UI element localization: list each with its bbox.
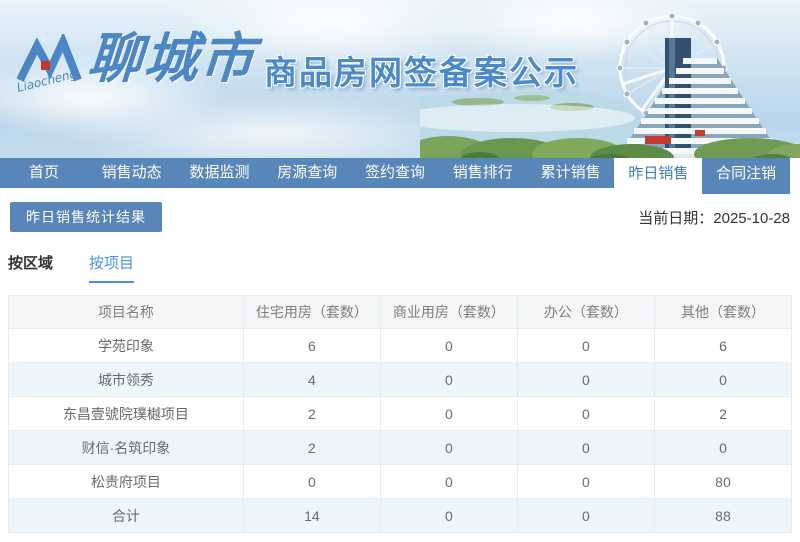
project-name-cell: 城市领秀 bbox=[8, 362, 244, 397]
col-office: 办公（套数） bbox=[516, 295, 655, 329]
nav-item-data-monitor[interactable]: 数据监测 bbox=[176, 158, 264, 188]
table-row: 东昌壹號院璞樾项目 2 0 0 2 bbox=[8, 396, 793, 431]
value-cell: 2 bbox=[242, 430, 381, 465]
value-cell: 0 bbox=[379, 464, 518, 499]
value-cell: 6 bbox=[653, 328, 793, 363]
value-cell: 2 bbox=[653, 396, 793, 431]
current-date: 当前日期：2025-10-28 bbox=[638, 207, 790, 228]
value-cell: 4 bbox=[242, 362, 381, 397]
value-cell: 0 bbox=[653, 362, 793, 397]
current-date-label: 当前日期： bbox=[638, 209, 714, 227]
nav-item-yesterday-sales[interactable]: 昨日销售 bbox=[614, 158, 703, 194]
value-cell: 0 bbox=[516, 328, 655, 363]
table-row: 城市领秀 4 0 0 0 bbox=[8, 362, 793, 397]
nav-item-home[interactable]: 首页 bbox=[0, 158, 88, 188]
site-brand: Liaocheng 聊城市 商品房网签备案公示 bbox=[16, 26, 579, 100]
value-cell: 0 bbox=[379, 498, 518, 533]
yesterday-sales-result-button[interactable]: 昨日销售统计结果 bbox=[10, 202, 162, 232]
nav-item-sales-ranking[interactable]: 销售排行 bbox=[439, 158, 527, 188]
value-cell: 14 bbox=[242, 498, 381, 533]
value-cell: 88 bbox=[653, 498, 793, 533]
current-date-value: 2025-10-28 bbox=[713, 209, 790, 227]
project-name-cell: 学苑印象 bbox=[8, 328, 244, 363]
table-row: 松贵府项目 0 0 0 80 bbox=[8, 464, 793, 499]
value-cell: 2 bbox=[242, 396, 381, 431]
value-cell: 0 bbox=[242, 464, 381, 499]
table-row: 财信·名筑印象 2 0 0 0 bbox=[8, 430, 793, 465]
header-banner: Liaocheng 聊城市 商品房网签备案公示 bbox=[0, 0, 800, 158]
main-nav: 首页 销售动态 数据监测 房源查询 签约查询 销售排行 累计销售 昨日销售 合同… bbox=[0, 158, 791, 194]
value-cell: 6 bbox=[242, 328, 381, 363]
value-cell: 80 bbox=[653, 464, 793, 499]
page-title: 商品房网签备案公示 bbox=[264, 54, 579, 91]
total-row: 合计 14 0 0 88 bbox=[8, 498, 793, 533]
value-cell: 0 bbox=[379, 396, 518, 431]
value-cell: 0 bbox=[379, 430, 518, 465]
value-cell: 0 bbox=[516, 498, 655, 533]
liaocheng-logo-icon: Liaocheng bbox=[16, 34, 82, 95]
table-header-row: 项目名称 住宅用房（套数） 商业用房（套数） 办公（套数） 其他（套数） bbox=[8, 295, 793, 329]
total-label-cell: 合计 bbox=[8, 498, 244, 533]
value-cell: 0 bbox=[379, 362, 518, 397]
value-cell: 0 bbox=[653, 430, 793, 465]
col-other: 其他（套数） bbox=[653, 295, 793, 329]
value-cell: 0 bbox=[516, 430, 655, 465]
col-residential: 住宅用房（套数） bbox=[242, 295, 381, 329]
project-name-cell: 财信·名筑印象 bbox=[8, 430, 244, 465]
project-name-cell: 东昌壹號院璞樾项目 bbox=[8, 396, 244, 431]
nav-item-listing-query[interactable]: 房源查询 bbox=[263, 158, 351, 188]
col-project-name: 项目名称 bbox=[8, 295, 244, 329]
value-cell: 0 bbox=[379, 328, 518, 363]
col-commercial: 商业用房（套数） bbox=[379, 295, 518, 329]
sales-table: 项目名称 住宅用房（套数） 商业用房（套数） 办公（套数） 其他（套数） 学苑印… bbox=[8, 295, 793, 533]
city-name: 聊城市 bbox=[85, 26, 259, 90]
tab-by-region[interactable]: 按区域 bbox=[8, 252, 53, 283]
value-cell: 0 bbox=[516, 464, 655, 499]
tab-by-project[interactable]: 按项目 bbox=[89, 252, 135, 283]
project-name-cell: 松贵府项目 bbox=[8, 464, 244, 499]
view-tabs: 按区域 按项目 bbox=[8, 252, 792, 283]
nav-item-total-sales[interactable]: 累计销售 bbox=[527, 158, 615, 188]
nav-item-sales-news[interactable]: 销售动态 bbox=[88, 158, 176, 188]
value-cell: 0 bbox=[516, 362, 655, 397]
toolbar: 昨日销售统计结果 当前日期：2025-10-28 bbox=[10, 202, 790, 232]
table-row: 学苑印象 6 0 0 6 bbox=[8, 328, 793, 363]
value-cell: 0 bbox=[516, 396, 655, 431]
nav-item-signing-query[interactable]: 签约查询 bbox=[351, 158, 439, 188]
nav-item-contract-cancel[interactable]: 合同注销 bbox=[702, 158, 791, 194]
